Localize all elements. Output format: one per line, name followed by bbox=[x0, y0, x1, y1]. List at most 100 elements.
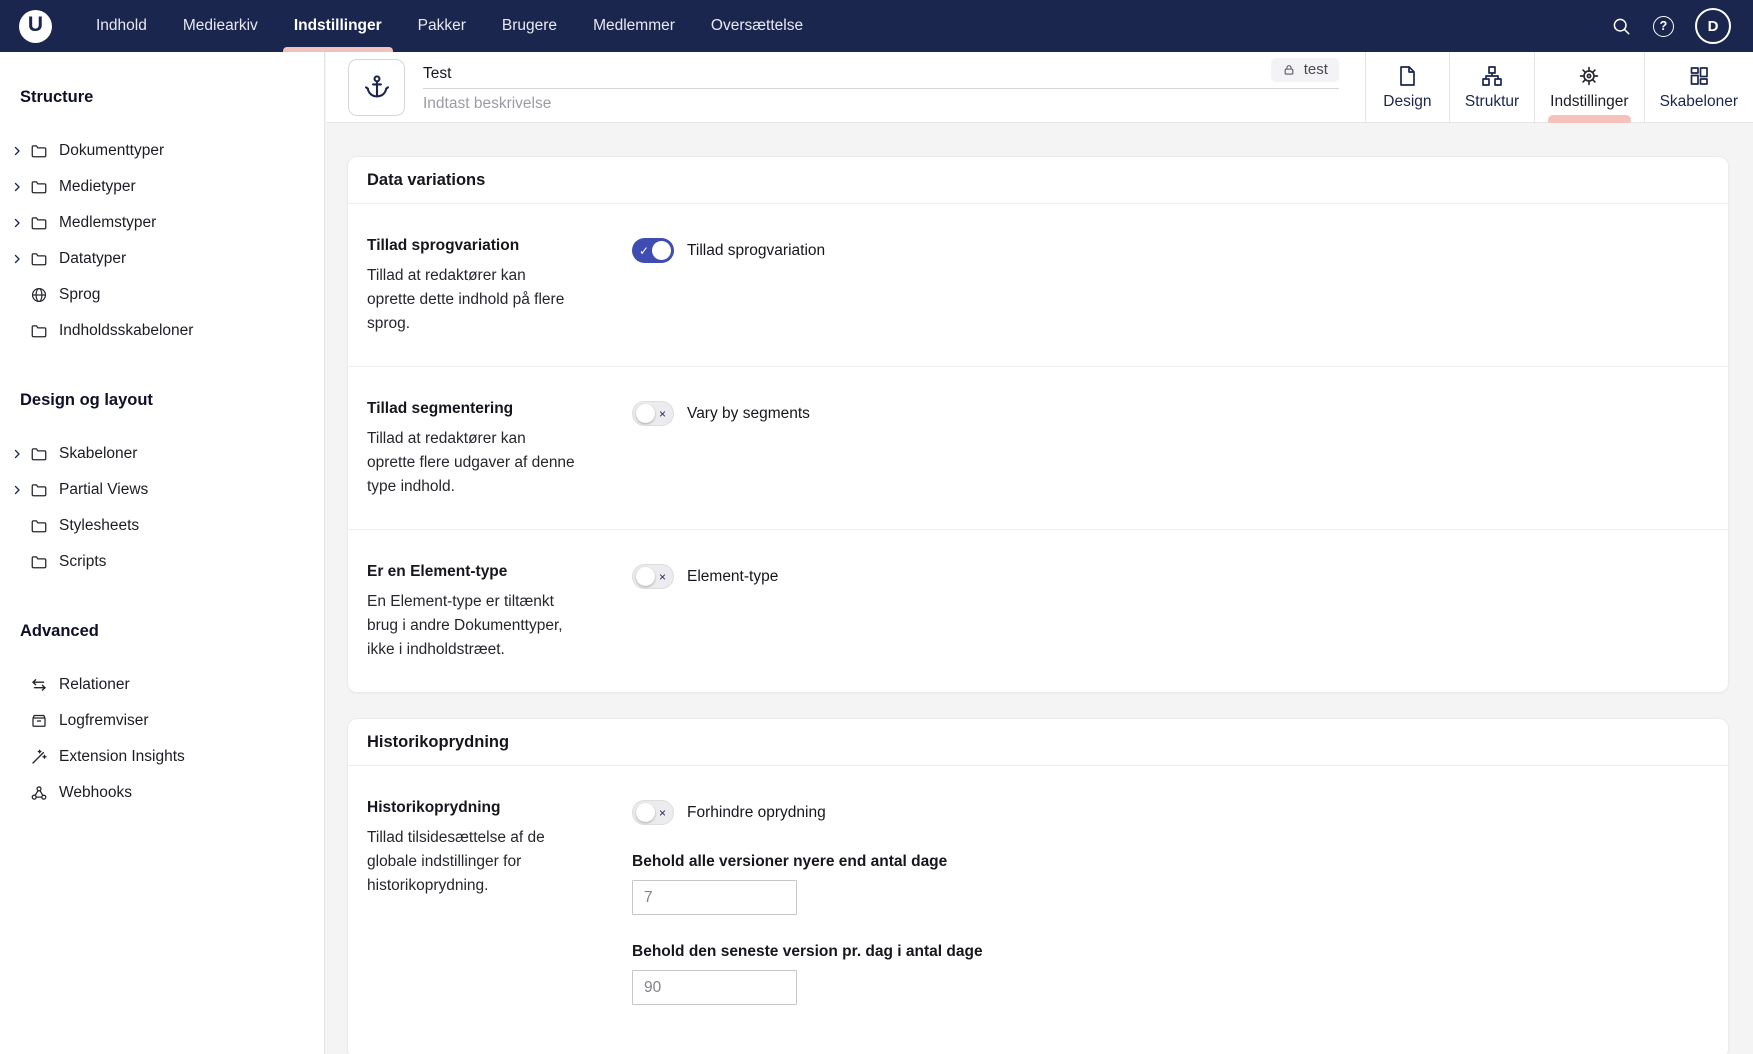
tab-label: Skabeloner bbox=[1660, 93, 1738, 111]
folder-icon bbox=[29, 142, 49, 160]
anchor-icon bbox=[363, 73, 391, 101]
sidebar-section-advanced: Advanced Relationer Logfremviser Extensi… bbox=[0, 622, 324, 811]
lock-icon bbox=[1282, 63, 1296, 77]
nav-item-indstillinger[interactable]: Indstillinger bbox=[276, 0, 400, 52]
property-description: En Element-type er tiltænkt brug i andre… bbox=[367, 590, 575, 662]
nav-item-medlemmer[interactable]: Medlemmer bbox=[575, 0, 693, 52]
nav-item-label: Indhold bbox=[96, 17, 147, 35]
sidebar-item-label: Webhooks bbox=[59, 784, 132, 802]
toggle-switch-off[interactable]: × bbox=[632, 401, 674, 426]
chevron-right-icon[interactable] bbox=[8, 145, 26, 157]
sidebar-item-label: Medietyper bbox=[59, 178, 136, 196]
workspace: test Design Struktur bbox=[326, 52, 1753, 1054]
sidebar-section-structure: Structure Dokumenttyper Medietyper Medle… bbox=[0, 88, 324, 349]
property-description-column: Tillad sprogvariation Tillad at redaktør… bbox=[367, 237, 575, 336]
toggle-switch-off[interactable]: × bbox=[632, 800, 674, 825]
logo-letter: U bbox=[28, 13, 43, 37]
property-editor-column: ✓ Tillad sprogvariation bbox=[632, 237, 1709, 336]
toggle-label: Tillad sprogvariation bbox=[687, 242, 825, 260]
sidebar-item-partial-views[interactable]: Partial Views bbox=[0, 472, 324, 508]
sidebar-item-relationer[interactable]: Relationer bbox=[0, 667, 324, 703]
nav-item-label: Brugere bbox=[502, 17, 557, 35]
topnav-actions: ? D bbox=[1611, 8, 1753, 44]
help-glyph: ? bbox=[1660, 19, 1668, 33]
sidebar-item-medietyper[interactable]: Medietyper bbox=[0, 169, 324, 205]
nav-item-label: Indstillinger bbox=[294, 17, 382, 35]
alias-badge[interactable]: test bbox=[1271, 58, 1339, 82]
sidebar-item-dokumenttyper[interactable]: Dokumenttyper bbox=[0, 133, 324, 169]
toggle-knob bbox=[636, 567, 655, 586]
gear-icon bbox=[1577, 64, 1601, 88]
card-title: Data variations bbox=[348, 157, 1728, 204]
nav-item-brugere[interactable]: Brugere bbox=[484, 0, 575, 52]
toggle-field: × Forhindre oprydning bbox=[632, 800, 1709, 825]
toggle-switch-off[interactable]: × bbox=[632, 564, 674, 589]
chevron-right-icon[interactable] bbox=[8, 484, 26, 496]
grid-icon bbox=[1687, 64, 1711, 88]
chevron-right-icon[interactable] bbox=[8, 253, 26, 265]
property-editor-column: × Vary by segments bbox=[632, 400, 1709, 499]
nav-item-label: Oversættelse bbox=[711, 17, 803, 35]
sidebar-item-datatyper[interactable]: Datatyper bbox=[0, 241, 324, 277]
help-icon[interactable]: ? bbox=[1653, 16, 1674, 37]
tab-indstillinger[interactable]: Indstillinger bbox=[1534, 52, 1643, 123]
nav-item-pakker[interactable]: Pakker bbox=[400, 0, 484, 52]
sidebar-item-logfremviser[interactable]: Logfremviser bbox=[0, 703, 324, 739]
toggle-knob bbox=[636, 404, 655, 423]
property-editor-column: × Element-type bbox=[632, 563, 1709, 662]
sidebar-item-sprog[interactable]: Sprog bbox=[0, 277, 324, 313]
avatar[interactable]: D bbox=[1695, 8, 1731, 44]
active-nav-underline bbox=[283, 47, 393, 52]
sidebar-item-stylesheets[interactable]: Stylesheets bbox=[0, 508, 324, 544]
tab-skabeloner[interactable]: Skabeloner bbox=[1644, 52, 1753, 123]
umbraco-logo[interactable]: U bbox=[19, 10, 52, 43]
sidebar-item-webhooks[interactable]: Webhooks bbox=[0, 775, 324, 811]
document-type-icon-button[interactable] bbox=[348, 59, 405, 116]
sidebar-item-label: Dokumenttyper bbox=[59, 142, 164, 160]
folder-icon bbox=[29, 445, 49, 463]
sidebar-item-skabeloner[interactable]: Skabeloner bbox=[0, 436, 324, 472]
search-icon[interactable] bbox=[1611, 16, 1632, 37]
cross-icon: × bbox=[659, 806, 666, 818]
sidebar-item-extension-insights[interactable]: Extension Insights bbox=[0, 739, 324, 775]
folder-icon bbox=[29, 322, 49, 340]
toggle-field: × Vary by segments bbox=[632, 401, 1709, 426]
nav-item-label: Pakker bbox=[418, 17, 466, 35]
chevron-right-icon[interactable] bbox=[8, 448, 26, 460]
nav-item-mediearkiv[interactable]: Mediearkiv bbox=[165, 0, 276, 52]
chevron-right-icon[interactable] bbox=[8, 217, 26, 229]
property-description-column: Historikoprydning Tillad tilsidesættelse… bbox=[367, 799, 575, 1005]
property-row-tillad-sprogvariation: Tillad sprogvariation Tillad at redaktør… bbox=[348, 204, 1728, 367]
tab-struktur[interactable]: Struktur bbox=[1449, 52, 1534, 123]
toggle-label: Element-type bbox=[687, 568, 778, 586]
keep-all-versions-days-input[interactable] bbox=[632, 880, 797, 915]
property-description-column: Tillad segmentering Tillad at redaktører… bbox=[367, 400, 575, 499]
toggle-knob bbox=[652, 241, 671, 260]
sidebar-item-scripts[interactable]: Scripts bbox=[0, 544, 324, 580]
sidebar-item-indholdsskabeloner[interactable]: Indholdsskabeloner bbox=[0, 313, 324, 349]
toggle-switch-on[interactable]: ✓ bbox=[632, 238, 674, 263]
nav-item-indhold[interactable]: Indhold bbox=[78, 0, 165, 52]
document-icon bbox=[1395, 64, 1419, 88]
property-editor-column: × Forhindre oprydning Behold alle versio… bbox=[632, 799, 1709, 1005]
keep-latest-version-days-input[interactable] bbox=[632, 970, 797, 1005]
workspace-tabs: Design Struktur Indstillinger Skabelon bbox=[1365, 52, 1753, 123]
tab-design[interactable]: Design bbox=[1365, 52, 1449, 123]
chevron-right-icon[interactable] bbox=[8, 181, 26, 193]
section-title: Structure bbox=[20, 88, 324, 107]
toggle-label: Vary by segments bbox=[687, 405, 810, 423]
nav-item-oversaettelse[interactable]: Oversættelse bbox=[693, 0, 821, 52]
sidebar-item-label: Extension Insights bbox=[59, 748, 185, 766]
top-navigation: U Indhold Mediearkiv Indstillinger Pakke… bbox=[0, 0, 1753, 52]
description-input[interactable] bbox=[423, 90, 1339, 118]
card-data-variations: Data variations Tillad sprogvariation Ti… bbox=[347, 156, 1729, 693]
cross-icon: × bbox=[659, 570, 666, 582]
nav-item-label: Medlemmer bbox=[593, 17, 675, 35]
toggle-field: ✓ Tillad sprogvariation bbox=[632, 238, 1709, 263]
toggle-knob bbox=[636, 803, 655, 822]
swap-arrows-icon bbox=[29, 676, 49, 694]
document-type-name-input[interactable] bbox=[423, 65, 1271, 83]
field-label: Behold den seneste version pr. dag i ant… bbox=[632, 943, 1709, 961]
sidebar-item-medlemstyper[interactable]: Medlemstyper bbox=[0, 205, 324, 241]
sidebar-section-design-og-layout: Design og layout Skabeloner Partial View… bbox=[0, 391, 324, 580]
